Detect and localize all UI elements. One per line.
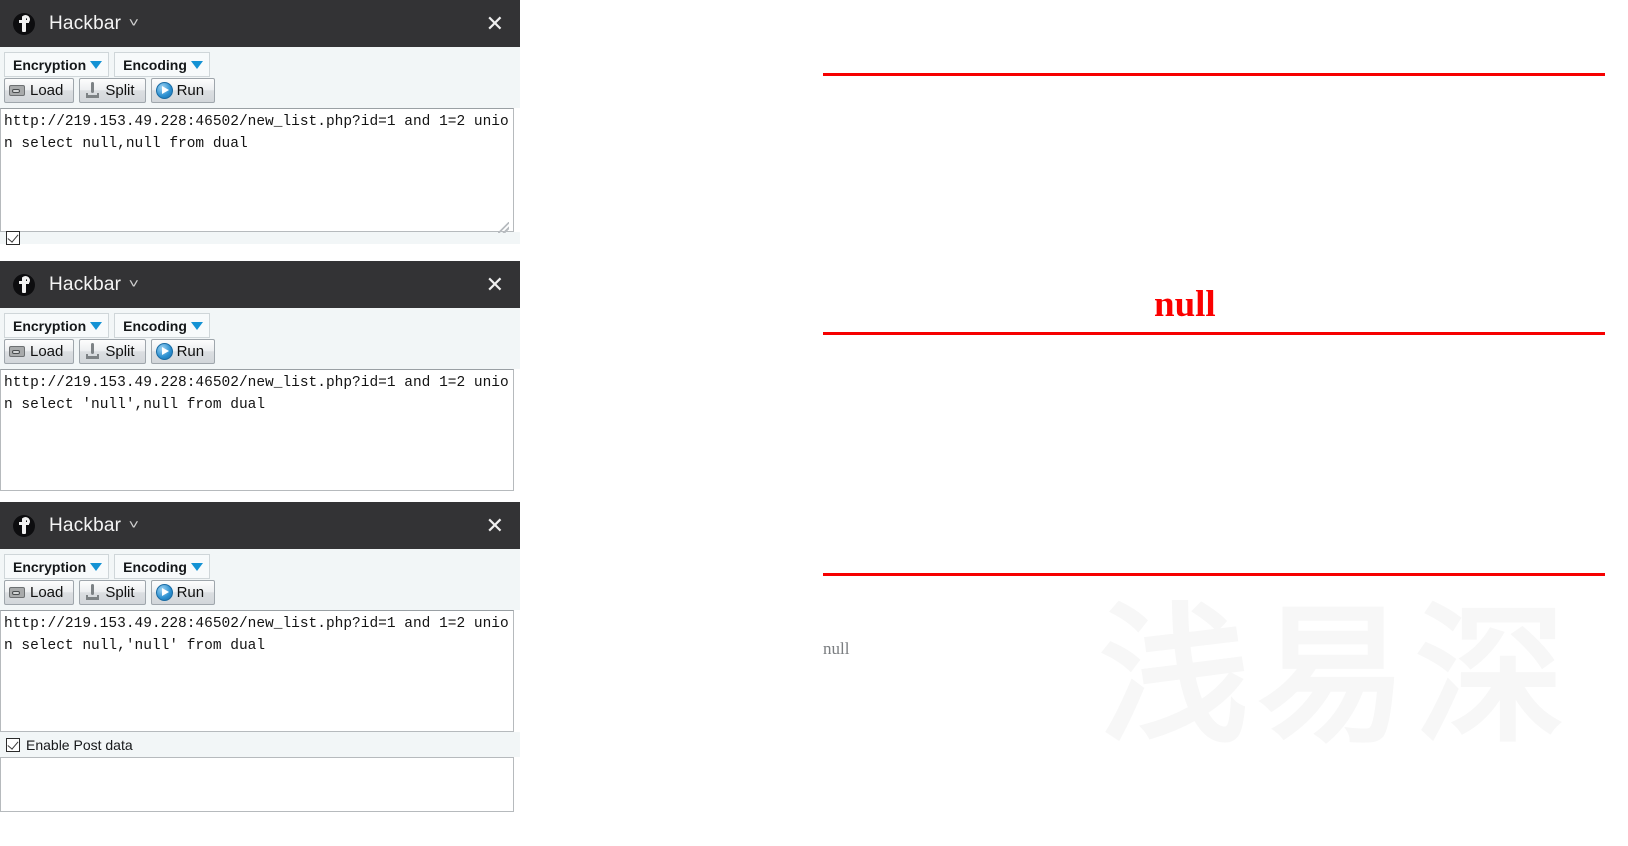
chevron-down-icon (190, 60, 203, 69)
result-gray-null: null (823, 639, 850, 658)
load-button-label: Load (30, 584, 64, 601)
hackbar-logo-icon (13, 514, 35, 537)
encoding-dropdown-3[interactable]: Encoding (114, 554, 210, 579)
split-icon (84, 82, 101, 99)
hackbar-toolbar-1: Encryption Encoding Load Split Run (0, 47, 520, 108)
disk-drive-icon (9, 584, 26, 601)
run-button-2[interactable]: Run (150, 339, 216, 364)
post-data-strip-3: Enable Post data (0, 732, 520, 757)
chevron-down-icon[interactable]: ˅ (129, 518, 139, 531)
url-input-1[interactable]: http://219.153.49.228:46502/new_list.php… (0, 108, 514, 232)
hackbar-panel-2: Hackbar ˅ ✕ Encryption Encoding Load Spl… (0, 261, 520, 501)
chevron-down-icon (190, 321, 203, 330)
screenshot-root: Hackbar ˅ ✕ Encryption Encoding Load Spl… (0, 0, 1628, 846)
encryption-dropdown-2[interactable]: Encryption (4, 313, 110, 338)
split-button-label: Split (105, 82, 135, 99)
post-data-input-3[interactable] (0, 757, 514, 812)
play-icon (155, 343, 173, 360)
hackbar-panel-1: Hackbar ˅ ✕ Encryption Encoding Load Spl… (0, 0, 520, 253)
hackbar-title-3: Hackbar (49, 514, 122, 536)
watermark-text: 浅易深 (1098, 592, 1573, 760)
encoding-dropdown-2[interactable]: Encoding (114, 313, 210, 338)
close-icon[interactable]: ✕ (486, 12, 504, 35)
encryption-dropdown-label: Encryption (13, 558, 87, 575)
run-button-label: Run (176, 82, 205, 99)
disk-drive-icon (9, 343, 26, 360)
result-red-null: null (1154, 284, 1216, 325)
chevron-down-icon (90, 60, 103, 69)
chevron-down-icon[interactable]: ˅ (129, 16, 139, 29)
play-icon (155, 584, 173, 601)
chevron-down-icon (90, 321, 103, 330)
hackbar-logo-icon (13, 273, 35, 296)
hackbar-logo-icon (13, 12, 35, 35)
load-button-3[interactable]: Load (4, 580, 75, 605)
close-icon[interactable]: ✕ (486, 514, 504, 537)
divider-red-1 (823, 73, 1605, 76)
chevron-down-icon[interactable]: ˅ (129, 277, 139, 290)
enable-post-data-checkbox-1[interactable] (6, 231, 20, 245)
divider-red-2 (823, 332, 1605, 335)
post-data-strip-1 (0, 231, 520, 245)
chevron-down-icon (90, 562, 103, 571)
enable-post-data-checkbox-3[interactable] (6, 737, 20, 752)
hackbar-panel-3: Hackbar ˅ ✕ Encryption Encoding Load Spl… (0, 502, 520, 846)
browser-page-content: 浅易深 null null (520, 0, 1628, 846)
hackbar-toolbar-2: Encryption Encoding Load Split Run (0, 308, 520, 369)
load-button-label: Load (30, 82, 64, 99)
load-button-1[interactable]: Load (4, 78, 75, 103)
run-button-label: Run (176, 584, 205, 601)
split-button-label: Split (105, 343, 135, 360)
url-input-3[interactable]: http://219.153.49.228:46502/new_list.php… (0, 610, 514, 732)
hackbar-titlebar-1: Hackbar ˅ ✕ (0, 0, 520, 47)
encoding-dropdown-label: Encoding (123, 317, 187, 334)
load-button-label: Load (30, 343, 64, 360)
close-icon[interactable]: ✕ (486, 273, 504, 296)
split-button-label: Split (105, 584, 135, 601)
enable-post-data-label: Enable Post data (26, 736, 133, 753)
hackbar-panel-stack: Hackbar ˅ ✕ Encryption Encoding Load Spl… (0, 0, 520, 846)
load-button-2[interactable]: Load (4, 339, 75, 364)
run-button-3[interactable]: Run (150, 580, 216, 605)
split-icon (84, 343, 101, 360)
hackbar-titlebar-3: Hackbar ˅ ✕ (0, 502, 520, 549)
encryption-dropdown-label: Encryption (13, 317, 87, 334)
play-icon (155, 82, 173, 99)
encryption-dropdown-1[interactable]: Encryption (4, 52, 110, 77)
disk-drive-icon (9, 82, 26, 99)
run-button-label: Run (176, 343, 205, 360)
split-button-3[interactable]: Split (79, 580, 146, 605)
url-input-2[interactable]: http://219.153.49.228:46502/new_list.php… (0, 369, 514, 491)
divider-red-3 (823, 573, 1605, 576)
hackbar-toolbar-3: Encryption Encoding Load Split Run (0, 549, 520, 610)
split-button-1[interactable]: Split (79, 78, 146, 103)
split-button-2[interactable]: Split (79, 339, 146, 364)
encryption-dropdown-3[interactable]: Encryption (4, 554, 110, 579)
run-button-1[interactable]: Run (150, 78, 216, 103)
hackbar-title-2: Hackbar (49, 273, 122, 295)
encoding-dropdown-1[interactable]: Encoding (114, 52, 210, 77)
encoding-dropdown-label: Encoding (123, 56, 187, 73)
chevron-down-icon (190, 562, 203, 571)
split-icon (84, 584, 101, 601)
encryption-dropdown-label: Encryption (13, 56, 87, 73)
hackbar-titlebar-2: Hackbar ˅ ✕ (0, 261, 520, 308)
hackbar-title-1: Hackbar (49, 12, 122, 34)
encoding-dropdown-label: Encoding (123, 558, 187, 575)
